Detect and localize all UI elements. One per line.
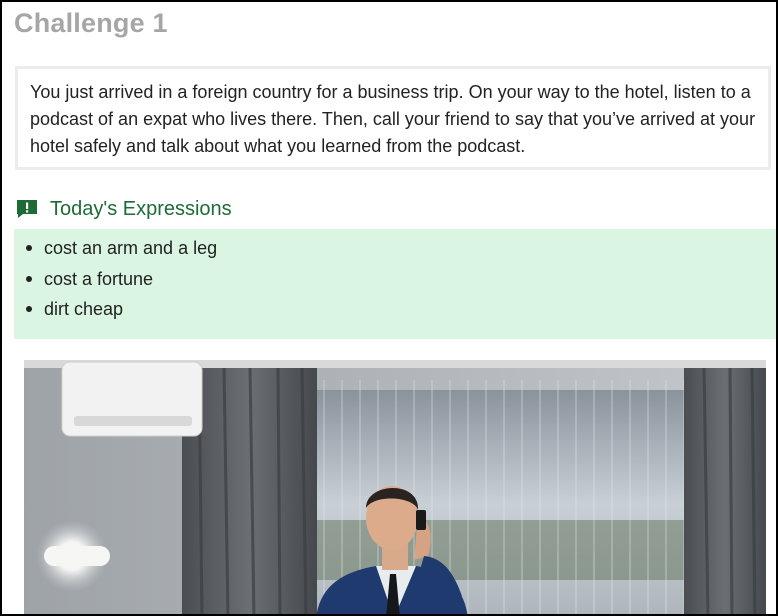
expressions-box: cost an arm and a leg cost a fortune dir…: [14, 229, 776, 339]
expressions-list: cost an arm and a leg cost a fortune dir…: [24, 233, 217, 325]
list-item: cost an arm and a leg: [24, 233, 217, 264]
expressions-header: Today's Expressions: [16, 196, 232, 222]
expression-text: dirt cheap: [44, 299, 124, 319]
expression-text: cost an arm and a leg: [44, 238, 218, 258]
list-item: cost a fortune: [24, 264, 217, 295]
lesson-frame: Challenge 1 You just arrived in a foreig…: [0, 0, 778, 616]
bullet: [26, 306, 32, 313]
challenge-text: You just arrived in a foreign country fo…: [30, 82, 756, 156]
page-title: Challenge 1: [14, 8, 168, 38]
speech-bubble-exclamation-icon: [17, 200, 37, 218]
bullet: [26, 245, 32, 252]
expressions-title: Today's Expressions: [50, 197, 232, 220]
list-item: dirt cheap: [24, 294, 217, 325]
expression-text: cost a fortune: [44, 268, 154, 289]
challenge-box: You just arrived in a foreign country fo…: [15, 66, 771, 170]
hotel-photo-illustration: [24, 360, 766, 614]
bullet: [26, 275, 32, 282]
hotel-photo: [24, 360, 766, 614]
